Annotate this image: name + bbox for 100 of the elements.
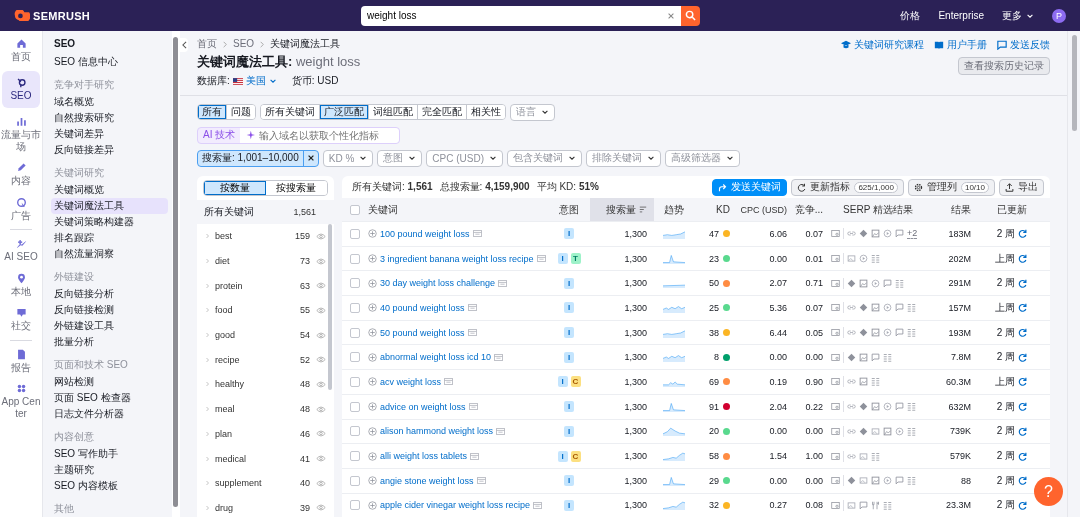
scrollbar-thumb[interactable]	[173, 37, 178, 507]
row-checkbox[interactable]	[350, 253, 360, 264]
row-checkbox[interactable]	[350, 327, 360, 338]
serp-preview-icon[interactable]	[467, 329, 477, 337]
nav-rail-item[interactable]: 报告	[2, 346, 40, 375]
keyword-link[interactable]: 30 day weight loss challenge	[380, 278, 496, 289]
row-checkbox[interactable]	[350, 426, 360, 437]
sidebar-item[interactable]: SEO 写作助手	[51, 446, 168, 462]
eye-icon[interactable]	[316, 405, 326, 413]
refresh-icon[interactable]	[1018, 352, 1027, 362]
column-header[interactable]: 竞争...	[787, 198, 823, 221]
eye-icon[interactable]	[316, 282, 326, 290]
add-circle-icon[interactable]	[368, 254, 377, 264]
refresh-icon[interactable]	[1018, 476, 1027, 486]
add-circle-icon[interactable]	[368, 426, 377, 436]
top-nav-link[interactable]: 价格	[900, 8, 921, 23]
top-nav-link[interactable]: Enterprise	[938, 10, 984, 21]
add-circle-icon[interactable]	[368, 451, 377, 461]
serp-snapshot-icon[interactable]	[831, 352, 840, 362]
add-circle-icon[interactable]	[368, 303, 377, 313]
refresh-icon[interactable]	[1018, 402, 1027, 412]
serp-preview-icon[interactable]	[468, 403, 478, 411]
update-metrics-button[interactable]: 更新指标 625/1,000	[791, 178, 904, 196]
clear-icon[interactable]	[667, 11, 675, 20]
eye-icon[interactable]	[316, 504, 326, 512]
nav-rail-item[interactable]: 流量与市场	[2, 114, 40, 154]
group-label[interactable]: supplement	[215, 478, 294, 489]
eye-icon[interactable]	[316, 455, 326, 463]
eye-icon[interactable]	[316, 479, 326, 487]
sidebar-item[interactable]: 关键词概览	[51, 182, 168, 198]
breadcrumb-link[interactable]: SEO	[233, 38, 255, 50]
row-checkbox[interactable]	[350, 376, 360, 387]
serp-snapshot-icon[interactable]	[831, 500, 840, 510]
eye-icon[interactable]	[316, 232, 326, 240]
collapse-button[interactable]	[180, 38, 188, 52]
row-checkbox[interactable]	[350, 278, 360, 289]
keyword-link[interactable]: apple cider vinegar weight loss recipe	[380, 500, 531, 511]
group-label[interactable]: recipe	[215, 354, 294, 365]
add-circle-icon[interactable]	[368, 377, 377, 387]
column-header[interactable]: SERP 精选结果	[823, 198, 925, 221]
column-header[interactable]: 意图	[548, 198, 590, 221]
sidebar-item[interactable]: 主题研究	[51, 462, 168, 478]
add-circle-icon[interactable]	[368, 278, 377, 288]
group-label[interactable]: plan	[215, 428, 294, 439]
eye-icon[interactable]	[316, 257, 326, 265]
serp-preview-icon[interactable]	[472, 230, 482, 238]
sidebar-item[interactable]: 自然流量洞察	[51, 246, 168, 262]
scrollbar-thumb[interactable]	[1072, 35, 1077, 131]
sidebar-item[interactable]: 日志文件分析器	[51, 406, 168, 422]
add-circle-icon[interactable]	[368, 476, 377, 486]
filter-tab[interactable]: 所有	[198, 105, 227, 119]
keyword-link[interactable]: alli weight loss tablets	[380, 451, 468, 462]
refresh-icon[interactable]	[1018, 254, 1027, 264]
group-label[interactable]: meal	[215, 404, 294, 415]
refresh-icon[interactable]	[1018, 426, 1027, 436]
serp-preview-icon[interactable]	[444, 378, 454, 386]
refresh-icon[interactable]	[1018, 229, 1027, 239]
sidebar-item[interactable]: 自然搜索研究	[51, 110, 168, 126]
row-checkbox[interactable]	[350, 500, 360, 511]
help-link[interactable]: 用户手册	[934, 38, 987, 52]
sidebar-item[interactable]: 外链建设工具	[51, 318, 168, 334]
serp-snapshot-icon[interactable]	[831, 254, 840, 264]
keyword-link[interactable]: angie stone weight loss	[380, 475, 474, 486]
sidebar-item[interactable]: 反向链接差异	[51, 142, 168, 158]
eye-icon[interactable]	[316, 356, 326, 364]
keyword-link[interactable]: 40 pound weight loss	[380, 302, 465, 313]
breadcrumb-link[interactable]: 首页	[197, 38, 217, 50]
refresh-icon[interactable]	[1018, 500, 1027, 510]
history-button[interactable]: 查看搜索历史记录	[958, 57, 1050, 75]
keyword-link[interactable]: 50 pound weight loss	[380, 327, 465, 338]
select-all-checkbox[interactable]	[350, 204, 360, 215]
sidebar-item[interactable]: 排名跟踪	[51, 230, 168, 246]
nav-rail-item[interactable]: 本地	[2, 270, 40, 299]
column-header[interactable]: KD	[694, 198, 730, 221]
column-header[interactable]: 趋势	[654, 198, 694, 221]
group-sort-tab[interactable]: 按数量	[204, 181, 266, 195]
eye-icon[interactable]	[316, 380, 326, 388]
scrollbar-thumb[interactable]	[328, 224, 332, 390]
more-menu[interactable]: 更多	[1002, 8, 1034, 23]
nav-rail-item[interactable]: 首页	[2, 36, 40, 65]
group-label[interactable]: best	[215, 231, 289, 242]
export-button[interactable]: 导出	[999, 178, 1044, 196]
serp-preview-icon[interactable]	[494, 353, 504, 361]
serp-snapshot-icon[interactable]	[831, 377, 840, 387]
serp-snapshot-icon[interactable]	[831, 476, 840, 486]
serp-snapshot-icon[interactable]	[831, 426, 840, 436]
active-filter-chip[interactable]: 搜索量: 1,001–10,000	[197, 149, 319, 167]
help-link[interactable]: 关键词研究课程	[841, 38, 924, 52]
group-label[interactable]: drug	[215, 502, 294, 513]
keyword-link[interactable]: alison hammond weight loss	[380, 426, 494, 437]
serp-preview-icon[interactable]	[533, 501, 543, 509]
sidebar-item[interactable]: 关键词魔法工具	[51, 198, 168, 214]
close-icon[interactable]	[306, 154, 315, 162]
sidebar-item[interactable]: SEO 内容模板	[51, 478, 168, 494]
breadcrumb-link[interactable]: 关键词魔法工具	[270, 38, 341, 50]
sidebar-item[interactable]: 域名概览	[51, 94, 168, 110]
eye-icon[interactable]	[316, 331, 326, 339]
row-checkbox[interactable]	[350, 352, 360, 363]
row-checkbox[interactable]	[350, 475, 360, 486]
sidebar-item[interactable]: 反向链接分析	[51, 286, 168, 302]
